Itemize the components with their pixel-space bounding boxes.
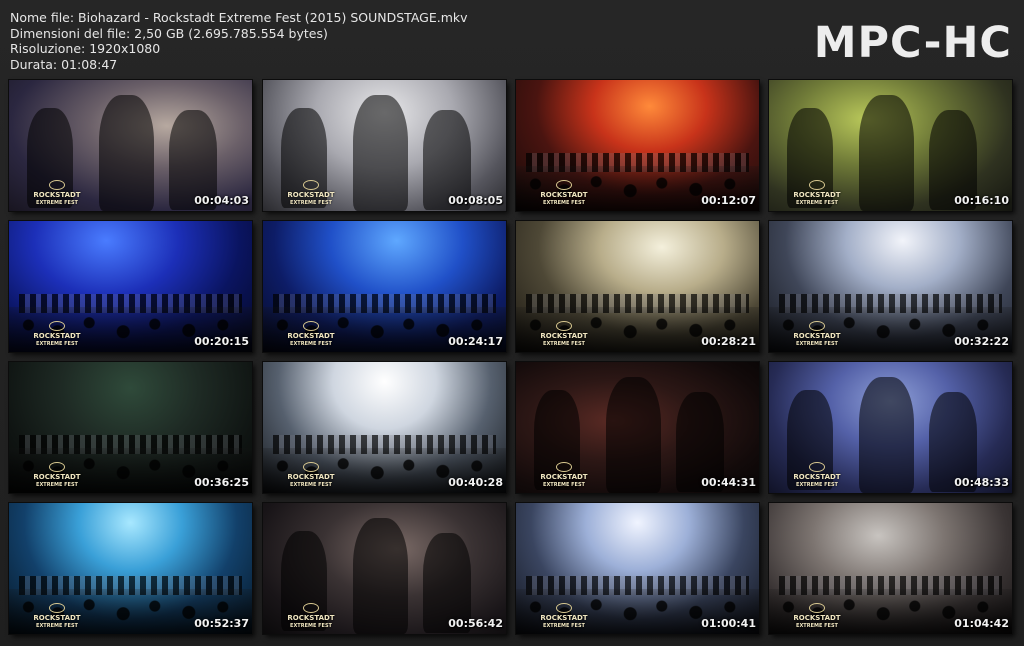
thumbnail: ROCKSTADT EXTREME FEST 01:04:42 [768, 502, 1013, 635]
thumbnail: ROCKSTADT EXTREME FEST 00:32:22 [768, 220, 1013, 353]
watermark-subtitle: EXTREME FEST [796, 482, 838, 488]
thumbnail: ROCKSTADT EXTREME FEST 00:12:07 [515, 79, 760, 212]
watermark-subtitle: EXTREME FEST [543, 341, 585, 347]
festival-watermark: ROCKSTADT EXTREME FEST [540, 321, 588, 347]
watermark-title: ROCKSTADT [33, 614, 81, 622]
brand-logo: MPC-HC [813, 18, 1012, 68]
watermark-title: ROCKSTADT [287, 473, 335, 481]
timestamp: 00:28:21 [701, 335, 756, 348]
watermark-subtitle: EXTREME FEST [796, 341, 838, 347]
timestamp: 00:12:07 [701, 194, 756, 207]
watermark-subtitle: EXTREME FEST [290, 341, 332, 347]
timestamp: 00:08:05 [448, 194, 503, 207]
festival-watermark: ROCKSTADT EXTREME FEST [793, 321, 841, 347]
thumbnail: ROCKSTADT EXTREME FEST 00:08:05 [262, 79, 507, 212]
watermark-title: ROCKSTADT [287, 191, 335, 199]
performer-silhouette [353, 95, 408, 211]
festival-watermark: ROCKSTADT EXTREME FEST [287, 180, 335, 206]
performer-silhouette [353, 518, 408, 634]
watermark-subtitle: EXTREME FEST [543, 623, 585, 629]
timestamp: 01:00:41 [701, 617, 756, 630]
watermark-title: ROCKSTADT [540, 332, 588, 340]
thumbnail: ROCKSTADT EXTREME FEST 00:20:15 [8, 220, 253, 353]
watermark-title: ROCKSTADT [33, 332, 81, 340]
watermark-subtitle: EXTREME FEST [796, 623, 838, 629]
festival-watermark: ROCKSTADT EXTREME FEST [287, 321, 335, 347]
performer-silhouette [606, 377, 661, 493]
watermark-subtitle: EXTREME FEST [543, 482, 585, 488]
watermark-subtitle: EXTREME FEST [36, 482, 78, 488]
thumbnail: ROCKSTADT EXTREME FEST 00:52:37 [8, 502, 253, 635]
festival-watermark: ROCKSTADT EXTREME FEST [793, 603, 841, 629]
file-size-line: Dimensioni del file: 2,50 GB (2.695.785.… [10, 25, 328, 41]
thumbnail: ROCKSTADT EXTREME FEST 00:28:21 [515, 220, 760, 353]
thumbnail: ROCKSTADT EXTREME FEST 00:48:33 [768, 361, 1013, 494]
file-info: Nome file: Biohazard - Rockstadt Extreme… [10, 10, 468, 72]
festival-watermark: ROCKSTADT EXTREME FEST [287, 603, 335, 629]
festival-watermark: ROCKSTADT EXTREME FEST [540, 180, 588, 206]
thumbnail: ROCKSTADT EXTREME FEST 00:36:25 [8, 361, 253, 494]
watermark-title: ROCKSTADT [793, 191, 841, 199]
watermark-title: ROCKSTADT [793, 332, 841, 340]
festival-watermark: ROCKSTADT EXTREME FEST [33, 321, 81, 347]
festival-watermark: ROCKSTADT EXTREME FEST [33, 462, 81, 488]
watermark-title: ROCKSTADT [287, 332, 335, 340]
watermark-subtitle: EXTREME FEST [36, 200, 78, 206]
watermark-title: ROCKSTADT [33, 191, 81, 199]
timestamp: 00:32:22 [954, 335, 1009, 348]
timestamp: 00:16:10 [954, 194, 1009, 207]
timestamp: 00:56:42 [448, 617, 503, 630]
performer-silhouette [859, 377, 914, 493]
timestamp: 00:48:33 [954, 476, 1009, 489]
festival-watermark: ROCKSTADT EXTREME FEST [540, 462, 588, 488]
festival-watermark: ROCKSTADT EXTREME FEST [793, 462, 841, 488]
festival-watermark: ROCKSTADT EXTREME FEST [793, 180, 841, 206]
thumbnail: ROCKSTADT EXTREME FEST 00:04:03 [8, 79, 253, 212]
thumbnail: ROCKSTADT EXTREME FEST 00:56:42 [262, 502, 507, 635]
timestamp: 00:24:17 [448, 335, 503, 348]
watermark-subtitle: EXTREME FEST [796, 200, 838, 206]
thumbnail: ROCKSTADT EXTREME FEST 00:40:28 [262, 361, 507, 494]
watermark-title: ROCKSTADT [540, 191, 588, 199]
timestamp: 00:52:37 [194, 617, 249, 630]
timestamp: 00:20:15 [194, 335, 249, 348]
watermark-subtitle: EXTREME FEST [543, 200, 585, 206]
festival-watermark: ROCKSTADT EXTREME FEST [287, 462, 335, 488]
performer-silhouette [99, 95, 154, 211]
festival-watermark: ROCKSTADT EXTREME FEST [33, 603, 81, 629]
watermark-title: ROCKSTADT [33, 473, 81, 481]
watermark-subtitle: EXTREME FEST [36, 623, 78, 629]
timestamp: 00:36:25 [194, 476, 249, 489]
thumbnail: ROCKSTADT EXTREME FEST 00:44:31 [515, 361, 760, 494]
watermark-title: ROCKSTADT [540, 614, 588, 622]
resolution-line: Risoluzione: 1920x1080 [10, 41, 161, 56]
watermark-title: ROCKSTADT [540, 473, 588, 481]
festival-watermark: ROCKSTADT EXTREME FEST [540, 603, 588, 629]
thumbnail: ROCKSTADT EXTREME FEST 00:16:10 [768, 79, 1013, 212]
watermark-title: ROCKSTADT [793, 473, 841, 481]
watermark-subtitle: EXTREME FEST [290, 482, 332, 488]
duration-line: Durata: 01:08:47 [10, 56, 118, 72]
watermark-subtitle: EXTREME FEST [290, 200, 332, 206]
timestamp: 00:40:28 [448, 476, 503, 489]
thumbnail: ROCKSTADT EXTREME FEST 00:24:17 [262, 220, 507, 353]
timestamp: 00:44:31 [701, 476, 756, 489]
performer-silhouette [859, 95, 914, 211]
watermark-subtitle: EXTREME FEST [290, 623, 332, 629]
watermark-title: ROCKSTADT [793, 614, 841, 622]
timestamp: 00:04:03 [194, 194, 249, 207]
festival-watermark: ROCKSTADT EXTREME FEST [33, 180, 81, 206]
watermark-subtitle: EXTREME FEST [36, 341, 78, 347]
timestamp: 01:04:42 [954, 617, 1009, 630]
watermark-title: ROCKSTADT [287, 614, 335, 622]
file-name-line: Nome file: Biohazard - Rockstadt Extreme… [10, 10, 468, 25]
thumbnail: ROCKSTADT EXTREME FEST 01:00:41 [515, 502, 760, 635]
